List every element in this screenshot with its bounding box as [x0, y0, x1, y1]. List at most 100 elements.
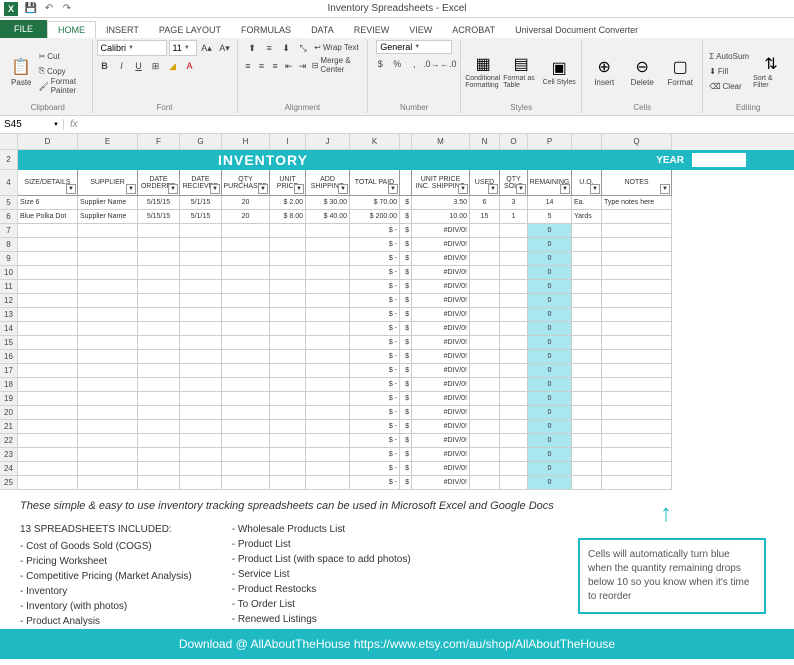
cell[interactable]: $ - [350, 406, 400, 420]
cell[interactable] [470, 378, 500, 392]
row-header[interactable]: 19 [0, 392, 18, 406]
cell[interactable] [602, 252, 672, 266]
row-header[interactable]: 17 [0, 364, 18, 378]
cell[interactable] [572, 238, 602, 252]
column-header[interactable] [572, 134, 602, 150]
cell[interactable] [138, 462, 180, 476]
cell[interactable]: $ [400, 448, 412, 462]
cell[interactable] [78, 392, 138, 406]
cell[interactable] [222, 266, 270, 280]
fill-color-button[interactable]: ◢ [165, 58, 181, 74]
cell[interactable]: 20 [222, 210, 270, 224]
cell[interactable]: 0 [528, 322, 572, 336]
cell[interactable]: 0 [528, 238, 572, 252]
cell[interactable] [180, 378, 222, 392]
cell[interactable]: $ - [350, 364, 400, 378]
number-format-select[interactable]: General▼ [376, 40, 452, 54]
inc-decimal-icon[interactable]: .0→ [423, 56, 439, 72]
cell[interactable] [572, 252, 602, 266]
cell[interactable] [500, 224, 528, 238]
cell[interactable] [470, 280, 500, 294]
cell[interactable]: $ [400, 294, 412, 308]
cell[interactable]: $ 40.00 [306, 210, 350, 224]
cell[interactable] [500, 294, 528, 308]
cell[interactable]: $ - [350, 392, 400, 406]
cell[interactable] [470, 266, 500, 280]
cell[interactable] [78, 224, 138, 238]
italic-button[interactable]: I [114, 58, 130, 74]
column-header[interactable]: F [138, 134, 180, 150]
cell[interactable]: #DIV/0! [412, 448, 470, 462]
cell[interactable] [602, 420, 672, 434]
select-all[interactable] [0, 134, 18, 150]
cell[interactable] [18, 448, 78, 462]
sort-filter-button[interactable]: ⇅Sort & Filter [753, 53, 789, 89]
cell[interactable]: 10.00 [412, 210, 470, 224]
cell[interactable] [222, 294, 270, 308]
table-column-header[interactable]: TOTAL PAID▼ [350, 170, 400, 196]
filter-icon[interactable]: ▼ [516, 184, 526, 194]
cell[interactable]: $ - [350, 448, 400, 462]
fill-button[interactable]: ⬇Fill [707, 64, 751, 78]
cell[interactable] [572, 476, 602, 490]
row-header[interactable]: 15 [0, 336, 18, 350]
cell[interactable] [602, 238, 672, 252]
percent-icon[interactable]: % [389, 56, 405, 72]
cell[interactable] [572, 308, 602, 322]
row-header[interactable]: 18 [0, 378, 18, 392]
cell[interactable] [572, 280, 602, 294]
cell[interactable] [180, 294, 222, 308]
cell[interactable] [270, 378, 306, 392]
cell[interactable]: #DIV/0! [412, 336, 470, 350]
cell[interactable]: $ [400, 322, 412, 336]
cell[interactable] [270, 280, 306, 294]
row-header[interactable]: 22 [0, 434, 18, 448]
cell[interactable]: $ - [350, 336, 400, 350]
cell[interactable]: 6 [470, 196, 500, 210]
cell[interactable]: $ - [350, 308, 400, 322]
cell[interactable] [602, 322, 672, 336]
cell[interactable] [138, 238, 180, 252]
cell[interactable] [18, 336, 78, 350]
paste-button[interactable]: 📋Paste [8, 56, 35, 87]
cell[interactable] [78, 294, 138, 308]
tab-file[interactable]: FILE [0, 20, 47, 38]
cell[interactable] [572, 322, 602, 336]
cell[interactable] [500, 364, 528, 378]
row-header[interactable]: 12 [0, 294, 18, 308]
cell[interactable] [500, 434, 528, 448]
cell[interactable] [500, 252, 528, 266]
cell[interactable] [78, 308, 138, 322]
tab-page-layout[interactable]: PAGE LAYOUT [149, 22, 231, 38]
column-header[interactable]: K [350, 134, 400, 150]
cell[interactable]: $ - [350, 238, 400, 252]
cell[interactable]: $ [400, 392, 412, 406]
cell[interactable] [572, 224, 602, 238]
copy-button[interactable]: ⎘Copy [37, 64, 88, 78]
cell[interactable]: $ 2.00 [270, 196, 306, 210]
cell[interactable] [222, 378, 270, 392]
cell[interactable] [180, 448, 222, 462]
cell[interactable] [18, 294, 78, 308]
cell[interactable] [602, 350, 672, 364]
cell[interactable]: #DIV/0! [412, 294, 470, 308]
cell[interactable]: #DIV/0! [412, 364, 470, 378]
cell[interactable] [18, 252, 78, 266]
cell[interactable] [180, 266, 222, 280]
cell[interactable] [78, 378, 138, 392]
cell[interactable] [602, 280, 672, 294]
cell[interactable]: $ 70.00 [350, 196, 400, 210]
cell[interactable]: 5/1/15 [180, 196, 222, 210]
cell[interactable] [180, 224, 222, 238]
cell[interactable] [306, 224, 350, 238]
cell[interactable] [470, 308, 500, 322]
filter-icon[interactable]: ▼ [258, 184, 268, 194]
filter-icon[interactable]: ▼ [210, 184, 220, 194]
align-right-icon[interactable]: ≡ [269, 58, 282, 74]
cell[interactable] [270, 420, 306, 434]
cell[interactable] [180, 308, 222, 322]
indent-dec-icon[interactable]: ⇤ [282, 58, 295, 74]
cell[interactable] [470, 406, 500, 420]
cell[interactable] [180, 336, 222, 350]
cell[interactable] [572, 448, 602, 462]
